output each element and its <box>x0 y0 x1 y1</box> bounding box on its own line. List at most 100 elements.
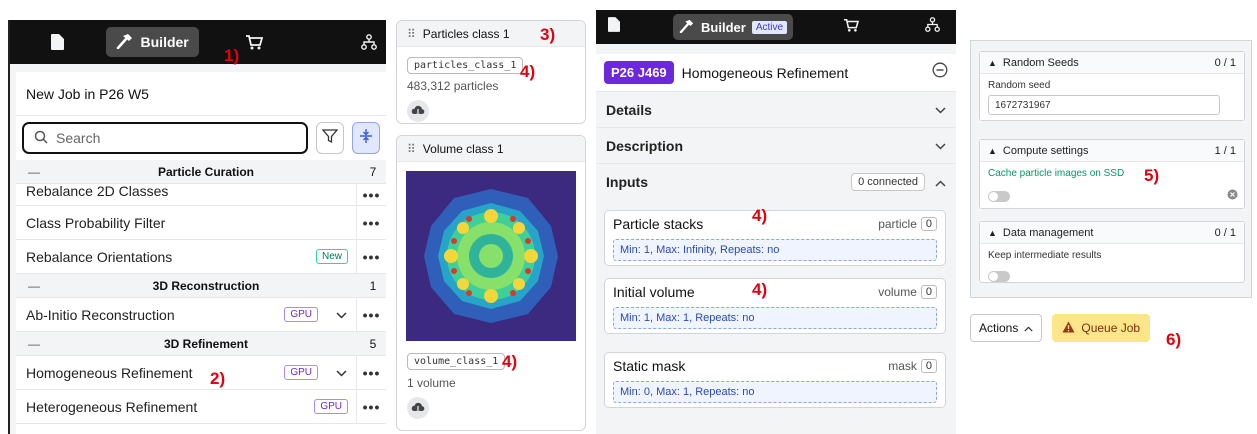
actions-button[interactable]: Actions <box>970 314 1043 342</box>
new-job-title: New Job in P26 W5 <box>16 72 386 116</box>
chevron-down-icon[interactable] <box>326 307 356 322</box>
job-row-ab-initio[interactable]: Ab-Initio Reconstruction GPU ••• <box>16 298 386 332</box>
input-drop-zone[interactable]: Min: 1, Max: 1, Repeats: no <box>613 307 937 329</box>
input-drop-zone[interactable]: Min: 0, Max: 1, Repeats: no <box>613 381 937 403</box>
job-row-homogeneous-refinement[interactable]: Homogeneous Refinement GPU ••• <box>16 356 386 390</box>
keep-intermediate-toggle[interactable] <box>988 271 1010 282</box>
workflow-icon[interactable] <box>352 34 386 50</box>
annotation-4-initial-volume: 4) <box>752 280 768 299</box>
input-slot-particle-stacks[interactable]: Particle stacks particle 0 Min: 1, Max: … <box>604 210 946 266</box>
input-slot-static-mask[interactable]: Static mask mask 0 Min: 0, Max: 1, Repea… <box>604 352 946 408</box>
chevron-down-icon[interactable] <box>935 138 946 153</box>
category-count: 7 <box>369 164 377 179</box>
top-navbar: Builder Active <box>596 10 956 44</box>
job-row-heterogeneous-refinement[interactable]: Heterogeneous Refinement GPU ••• <box>16 390 386 424</box>
option-label: Cache particle images on SSD <box>988 168 1125 179</box>
output-tag[interactable]: particles_class_1 <box>407 57 524 74</box>
search-input[interactable]: Search <box>22 122 308 154</box>
compress-icon <box>359 129 373 147</box>
connected-count: 0 connected <box>851 173 925 191</box>
collapse-circle-icon[interactable] <box>932 62 948 83</box>
job-row-class-probability[interactable]: Class Probability Filter ••• <box>16 206 386 240</box>
node-header[interactable]: ⠿ Volume class 1 <box>397 136 585 162</box>
cloud-download-icon[interactable] <box>407 397 429 419</box>
particles-node-card[interactable]: ⠿ Particles class 1 particles_class_1 48… <box>396 20 586 124</box>
chevron-down-icon[interactable] <box>935 102 946 117</box>
volume-count: 1 volume <box>407 376 456 390</box>
job-list-card: New Job in P26 W5 Search — Particle Cura… <box>16 72 386 434</box>
annotation-2: 2) <box>210 369 226 388</box>
document-icon[interactable] <box>36 34 80 50</box>
builder-tab[interactable]: Builder <box>105 27 199 57</box>
more-options-icon[interactable]: ••• <box>356 240 386 273</box>
workflow-icon[interactable] <box>924 17 956 37</box>
new-badge: New <box>315 249 348 264</box>
option-label: Keep intermediate results <box>988 250 1102 261</box>
category-header[interactable]: — Particle Curation 7 <box>16 160 386 184</box>
search-row: Search <box>16 116 386 160</box>
compute-settings-section: ▲ Compute settings 1 / 1 Cache particle … <box>979 139 1245 209</box>
section-count: 0 / 1 <box>1214 226 1236 239</box>
more-options-icon[interactable]: ••• <box>356 298 386 331</box>
warning-icon <box>1062 321 1075 336</box>
section-title: Details <box>606 101 652 118</box>
top-navbar: Builder <box>10 20 386 64</box>
category-header[interactable]: — 3D Refinement 5 <box>16 332 386 356</box>
section-title: Description <box>606 137 684 154</box>
section-title: Inputs <box>606 174 648 190</box>
cart-icon[interactable] <box>843 18 874 37</box>
more-options-icon[interactable]: ••• <box>356 356 386 389</box>
input-name: Initial volume <box>613 284 695 300</box>
cloud-download-icon[interactable] <box>407 100 429 122</box>
more-options-icon[interactable]: ••• <box>356 206 386 239</box>
annotation-4-volume: 4) <box>502 352 518 371</box>
filter-button[interactable] <box>316 122 344 154</box>
input-slot-initial-volume[interactable]: Initial volume volume 0 Min: 1, Max: 1, … <box>604 278 946 334</box>
category-header[interactable]: — 3D Reconstruction 1 <box>16 274 386 298</box>
annotation-5: 5) <box>1144 166 1160 185</box>
reset-circle-icon[interactable] <box>1227 187 1238 205</box>
node-title: Volume class 1 <box>422 141 504 156</box>
random-seed-input[interactable]: 1672731967 <box>988 95 1220 115</box>
builder-tab-label: Builder <box>701 19 746 35</box>
job-label: Homogeneous Refinement <box>26 364 193 381</box>
input-type: volume <box>878 285 917 299</box>
more-options-icon[interactable]: ••• <box>356 390 386 423</box>
cache-ssd-toggle[interactable] <box>988 190 1010 202</box>
details-section[interactable]: Details <box>596 92 956 128</box>
builder-tab[interactable]: Builder Active <box>673 14 794 40</box>
inputs-section[interactable]: Inputs 0 connected <box>596 164 956 200</box>
output-tag[interactable]: volume_class_1 <box>407 353 506 370</box>
node-header[interactable]: ⠿ Particles class 1 <box>397 21 585 47</box>
caret-up-icon: ▲ <box>988 57 997 68</box>
job-id-tag[interactable]: P26 J469 <box>604 61 674 84</box>
collapse-dash-icon: — <box>28 336 40 351</box>
job-row-rebalance-orientations[interactable]: Rebalance Orientations New ••• <box>16 240 386 274</box>
volume-node-card[interactable]: ⠿ Volume class 1 volume_class_1 1 volume <box>396 135 586 431</box>
section-header[interactable]: ▲ Compute settings 1 / 1 <box>980 140 1244 162</box>
section-header[interactable]: ▲ Data management 0 / 1 <box>980 222 1244 244</box>
drag-handle-icon[interactable]: ⠿ <box>407 27 416 41</box>
description-section[interactable]: Description <box>596 128 956 164</box>
input-count: 0 <box>920 217 937 231</box>
drag-handle-icon[interactable]: ⠿ <box>407 142 416 156</box>
chevron-up-icon[interactable] <box>935 175 946 190</box>
cart-icon[interactable] <box>237 34 271 50</box>
section-title: Compute settings <box>1002 144 1089 157</box>
volume-thumbnail <box>406 171 576 341</box>
job-row-rebalance-2d[interactable]: Rebalance 2D Classes ••• <box>16 184 386 206</box>
chevron-down-icon[interactable] <box>326 365 356 380</box>
category-title: 3D Refinement <box>163 336 249 351</box>
input-drop-zone[interactable]: Min: 1, Max: Infinity, Repeats: no <box>613 239 937 261</box>
actions-label: Actions <box>979 321 1019 335</box>
volume-density-map <box>406 171 576 341</box>
more-options-icon[interactable]: ••• <box>356 184 386 205</box>
data-management-section: ▲ Data management 0 / 1 Keep intermediat… <box>979 221 1245 283</box>
collapse-all-button[interactable] <box>352 122 380 154</box>
document-icon[interactable] <box>608 17 645 37</box>
hammer-icon <box>679 19 695 36</box>
section-header[interactable]: ▲ Random Seeds 0 / 1 <box>980 52 1244 74</box>
parameters-box: ▲ Random Seeds 0 / 1 Random seed 1672731… <box>970 40 1252 298</box>
queue-job-button[interactable]: Queue Job <box>1052 314 1151 342</box>
section-title: Random Seeds <box>1002 56 1079 69</box>
